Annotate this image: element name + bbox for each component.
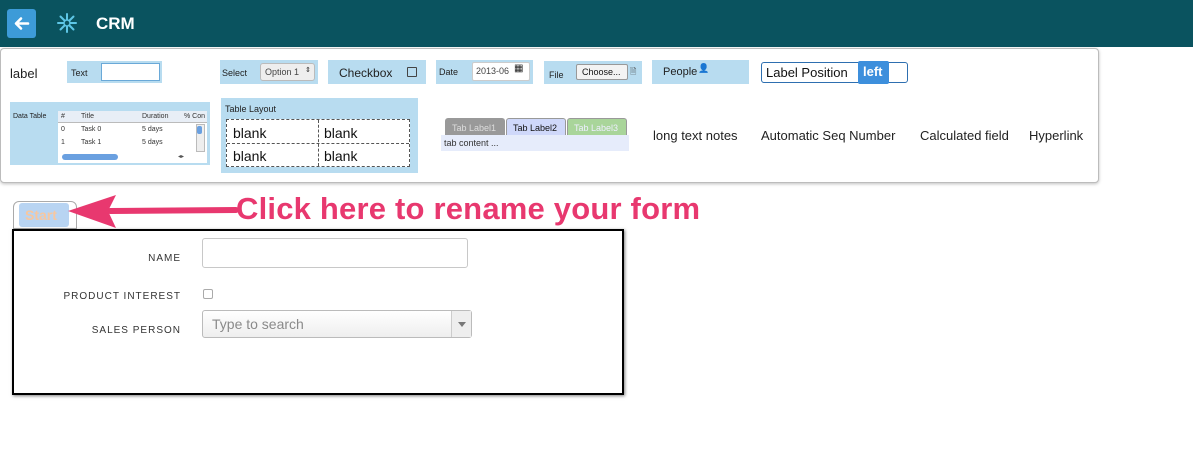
checkbox-widget-box: [407, 67, 417, 77]
name-label: NAME: [148, 253, 181, 264]
sales-person-label: SALES PERSON: [91, 325, 181, 336]
document-icon: 🗎: [630, 67, 637, 76]
chevron-down-icon[interactable]: [451, 311, 471, 337]
arrow-left-icon: [14, 17, 30, 30]
table-layout-cell: blank: [324, 148, 358, 164]
palette-tab-3[interactable]: Tab Label3: [567, 118, 627, 135]
rename-form-callout: Click here to rename your form: [236, 191, 701, 226]
palette-long-text-widget[interactable]: long text notes: [653, 128, 738, 143]
file-choose-label: Choose...: [582, 67, 621, 77]
select-widget-value: Option 1: [265, 67, 300, 77]
data-table-cell: Task 0: [81, 126, 102, 133]
date-widget-label: Date: [439, 67, 459, 77]
select-widget-label: Select: [222, 68, 248, 78]
table-layout-label: Table Layout: [225, 104, 277, 114]
asterisk-icon: [56, 12, 78, 34]
palette-tab-content: tab content ...: [441, 135, 629, 151]
data-table-hscroll-thumb: [62, 154, 118, 160]
file-choose-button: Choose...: [576, 64, 628, 80]
file-widget-label: File: [549, 70, 564, 80]
data-table-col: Title: [81, 113, 94, 120]
palette-label-widget[interactable]: label: [10, 66, 37, 81]
table-layout-divider: [227, 143, 409, 144]
text-widget-label: Text: [71, 68, 88, 78]
product-interest-checkbox[interactable]: [203, 289, 213, 299]
palette-tab-1[interactable]: Tab Label1: [445, 118, 505, 135]
data-table-col: #: [61, 113, 65, 120]
product-interest-label: PRODUCT INTEREST: [63, 291, 181, 302]
palette-calculated-widget[interactable]: Calculated field: [920, 128, 1009, 143]
table-layout-cell: blank: [233, 125, 267, 141]
name-input[interactable]: [202, 238, 468, 268]
select-arrows-icon: ⇕: [305, 67, 311, 74]
palette-tab-2[interactable]: Tab Label2: [506, 118, 566, 135]
annotation-arrow-icon: [68, 195, 239, 228]
table-layout-grid: blank blank blank blank: [226, 119, 410, 167]
table-layout-cell: blank: [233, 148, 267, 164]
data-table-vscroll-thumb: [197, 126, 202, 134]
table-layout-cell: blank: [324, 125, 358, 141]
sales-person-placeholder: Type to search: [212, 316, 304, 332]
data-table-col: % Con: [184, 113, 206, 120]
people-widget-label: People: [663, 66, 698, 78]
text-widget-input: [101, 63, 160, 81]
app-title: CRM: [96, 14, 135, 33]
label-position-label: Label Position: [766, 65, 848, 80]
back-button[interactable]: [7, 9, 36, 38]
data-table-cell: 0: [61, 126, 65, 133]
palette-auto-seq-widget[interactable]: Automatic Seq Number: [761, 128, 895, 143]
palette-hyperlink-widget[interactable]: Hyperlink: [1029, 128, 1083, 143]
scroll-arrows-icon: ◂▸: [178, 154, 185, 160]
data-table-cell: 5 days: [142, 139, 163, 146]
data-table-cell: 1: [61, 139, 65, 146]
data-table-cell: 5 days: [142, 126, 163, 133]
data-table-col: Duration: [142, 113, 169, 120]
data-table-cell: Task 1: [81, 139, 102, 146]
person-icon: 👤: [698, 63, 710, 73]
checkbox-widget-label: Checkbox: [339, 66, 393, 80]
calendar-icon: ▦: [514, 63, 524, 74]
label-position-left-toggle[interactable]: left: [858, 61, 889, 84]
date-widget-value: 2013-06: [476, 66, 510, 76]
data-table-label: Data Table: [13, 113, 47, 120]
top-bar: [0, 0, 1193, 47]
